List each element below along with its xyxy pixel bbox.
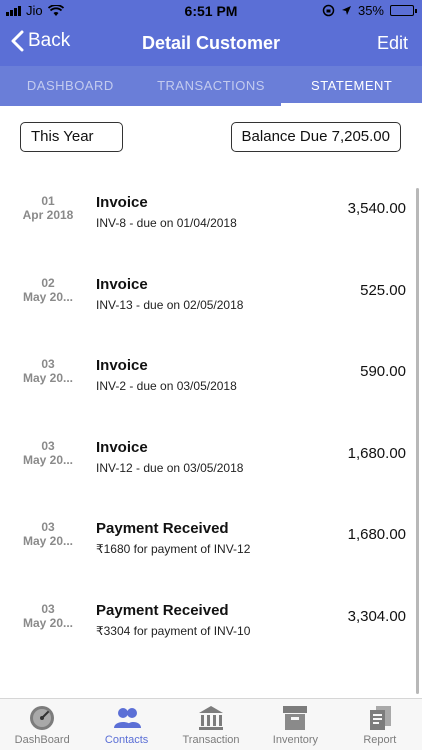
entry-subtitle: ₹1680 for payment of INV-12 bbox=[96, 542, 251, 556]
entry-day: 03 bbox=[41, 601, 55, 616]
bottom-tab-label: Report bbox=[363, 734, 397, 746]
scrollbar[interactable] bbox=[416, 188, 419, 694]
bottom-tab-label: Inventory bbox=[272, 734, 319, 746]
statement-list[interactable]: 01 Apr 2018 Invoice INV-8 - due on 01/04/… bbox=[0, 160, 422, 698]
status-bar: Jio 6:51 PM 35% bbox=[0, 0, 422, 22]
bottom-tab-label: Transaction bbox=[182, 734, 240, 746]
tab-statement[interactable]: STATEMENT bbox=[281, 66, 422, 106]
entry-date: 02 May 20... bbox=[18, 276, 78, 304]
entry-title: Invoice bbox=[96, 275, 148, 293]
battery-icon bbox=[390, 5, 417, 16]
entry-amount: 3,540.00 bbox=[347, 200, 406, 217]
period-filter-button[interactable]: This Year bbox=[20, 122, 123, 152]
bottom-tab-label: DashBoard bbox=[14, 734, 70, 746]
entry-subtitle: INV-12 - due on 03/05/2018 bbox=[96, 460, 244, 475]
list-item[interactable]: 03 May 20... Invoice INV-2 - due on 03/05… bbox=[0, 323, 422, 405]
list-item[interactable]: 03 May 20... Payment Received ₹3304 for p… bbox=[0, 568, 422, 650]
report-icon bbox=[369, 706, 391, 730]
bank-icon bbox=[199, 706, 224, 730]
entry-month: May 20... bbox=[22, 289, 74, 304]
entry-amount: 3,304.00 bbox=[347, 607, 406, 625]
bottom-tab-bar: DashBoard Contacts Transaction Inventory bbox=[0, 698, 422, 750]
entry-amount: 1,680.00 bbox=[347, 444, 406, 462]
box-icon bbox=[283, 706, 308, 730]
entry-title: Invoice bbox=[96, 357, 148, 374]
entry-subtitle: ₹3304 for payment of INV-10 bbox=[96, 623, 251, 638]
entry-month: May 20... bbox=[22, 371, 74, 385]
bottom-tab-label: Contacts bbox=[104, 734, 149, 746]
entry-title: Invoice bbox=[96, 438, 148, 456]
entry-month: May 20... bbox=[22, 615, 74, 630]
entry-title: Invoice bbox=[96, 194, 148, 211]
list-item[interactable]: 03 May 20... Payment Received ₹1680 for p… bbox=[0, 486, 422, 568]
entry-day: 01 bbox=[41, 194, 55, 208]
tab-transactions[interactable]: TRANSACTIONS bbox=[141, 66, 282, 106]
list-item[interactable]: 03 May 20... Invoice INV-12 - due on 03/0… bbox=[0, 405, 422, 487]
entry-month: May 20... bbox=[22, 452, 74, 467]
entry-day: 02 bbox=[41, 275, 55, 290]
battery-percent: 35% bbox=[357, 3, 384, 18]
entry-date: 03 May 20... bbox=[18, 357, 78, 385]
nav-bar: Back Detail Customer Edit bbox=[0, 22, 422, 66]
entry-subtitle: INV-13 - due on 02/05/2018 bbox=[96, 297, 244, 312]
page-title: Detail Customer bbox=[141, 33, 281, 53]
entry-day: 03 bbox=[41, 438, 55, 453]
contacts-icon bbox=[113, 708, 141, 728]
entry-amount: 1,680.00 bbox=[347, 526, 406, 543]
gauge-icon bbox=[30, 706, 55, 730]
edit-button[interactable]: Edit bbox=[377, 33, 408, 54]
bottom-tab-contacts[interactable]: Contacts bbox=[84, 699, 168, 750]
entry-subtitle: INV-8 - due on 01/04/2018 bbox=[96, 216, 237, 230]
entry-amount: 525.00 bbox=[360, 281, 406, 299]
entry-month: Apr 2018 bbox=[22, 208, 74, 222]
entry-day: 03 bbox=[41, 357, 55, 371]
balance-due-button[interactable]: Balance Due 7,205.00 bbox=[230, 122, 401, 152]
entry-amount: 590.00 bbox=[360, 363, 406, 380]
entry-subtitle: INV-2 - due on 03/05/2018 bbox=[96, 379, 237, 393]
tab-dashboard[interactable]: DASHBOARD bbox=[0, 66, 141, 106]
bottom-tab-dashboard[interactable]: DashBoard bbox=[0, 699, 84, 750]
entry-title: Payment Received bbox=[96, 520, 229, 537]
entry-month: May 20... bbox=[22, 534, 74, 548]
list-item[interactable]: 02 May 20... Invoice INV-13 - due on 02/0… bbox=[0, 242, 422, 324]
entry-date: 01 Apr 2018 bbox=[18, 194, 78, 222]
segment-tabs: DASHBOARD TRANSACTIONS STATEMENT bbox=[0, 66, 422, 106]
list-item[interactable]: 01 Apr 2018 Invoice INV-8 - due on 01/04/… bbox=[0, 160, 422, 242]
bottom-tab-report[interactable]: Report bbox=[338, 699, 422, 750]
entry-date: 03 May 20... bbox=[18, 439, 78, 467]
status-right: 35% bbox=[322, 3, 417, 18]
bottom-tab-inventory[interactable]: Inventory bbox=[253, 699, 337, 750]
entry-day: 03 bbox=[41, 520, 55, 534]
entry-date: 03 May 20... bbox=[18, 602, 78, 630]
rotation-lock-icon bbox=[322, 4, 335, 17]
entry-date: 03 May 20... bbox=[18, 520, 78, 548]
entry-title: Payment Received bbox=[96, 601, 229, 619]
bottom-tab-transaction[interactable]: Transaction bbox=[169, 699, 253, 750]
location-icon bbox=[341, 6, 351, 15]
